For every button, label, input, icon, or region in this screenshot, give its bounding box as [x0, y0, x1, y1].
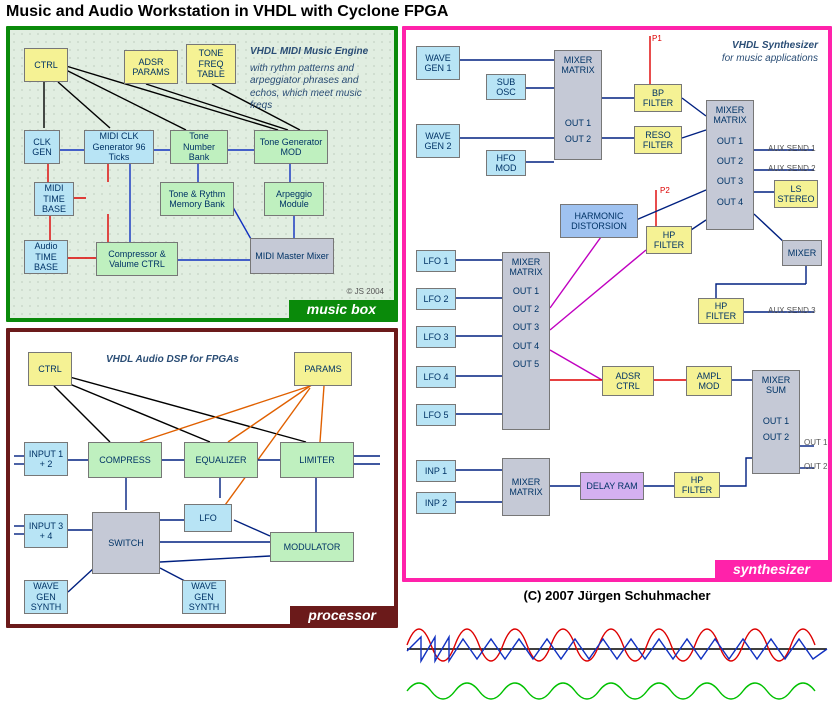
midi-clk-gen: MIDI CLK Generator 96 Ticks [84, 130, 154, 164]
page-title: Music and Audio Workstation in VHDL with… [0, 0, 838, 24]
wgs2: WAVE GEN SYNTH [182, 580, 226, 614]
aux2: AUX SEND 2 [768, 164, 816, 173]
lfo2: LFO 2 [416, 288, 456, 310]
compress: COMPRESS [88, 442, 162, 478]
copyright: (C) 2007 Jürgen Schuhmacher [402, 586, 832, 605]
tone-table-block: TONE FREQ TABLE [186, 44, 236, 84]
bp-filter: BP FILTER [634, 84, 682, 112]
audio-time-base: Audio TIME BASE [24, 240, 68, 274]
input34: INPUT 3 + 4 [24, 514, 68, 548]
reso-filter: RESO FILTER [634, 126, 682, 154]
music-box-panel: CTRL ADSR PARAMS TONE FREQ TABLE VHDL MI… [6, 26, 398, 322]
lfo3: LFO 3 [416, 326, 456, 348]
processor-panel: CTRL VHDL Audio DSP for FPGAs PARAMS INP… [6, 328, 398, 628]
lfo5: LFO 5 [416, 404, 456, 426]
ls-stereo: LS STEREO [774, 180, 818, 208]
music-footer: © JS 2004 [347, 287, 384, 296]
hp-filter-3: HP FILTER [674, 472, 720, 498]
mixer-matrix-1: MIXERMATRIXOUT 1OUT 2 [554, 50, 602, 160]
aux1: AUX SEND 1 [768, 144, 816, 153]
waveform-graphic [402, 609, 832, 709]
inp1: INP 1 [416, 460, 456, 482]
mixer-matrix-3: MIXERMATRIXOUT 1OUT 2OUT 3OUT 4OUT 5 [502, 252, 550, 430]
wave-gen-2: WAVE GEN 2 [416, 124, 460, 158]
adsr-block: ADSR PARAMS [124, 50, 178, 84]
arpeggio: Arpeggio Module [264, 182, 324, 216]
compressor: Compressor & Valume CTRL [96, 242, 178, 276]
modulator: MODULATOR [270, 532, 354, 562]
adsr-ctrl: ADSR CTRL [602, 366, 654, 396]
mixer-matrix-2: MIXERMATRIXOUT 1OUT 2OUT 3OUT 4 [706, 100, 754, 230]
tone-num-bank: Tone Number Bank [170, 130, 228, 164]
tone-gen-mod: Tone Generator MOD [254, 130, 328, 164]
hp-filter-2: HP FILTER [698, 298, 744, 324]
out1: OUT 1 [804, 438, 827, 447]
ampl-mod: AMPL MOD [686, 366, 732, 396]
harmonic-dist: HARMONIC DISTORSION [560, 204, 638, 238]
inp2: INP 2 [416, 492, 456, 514]
p2-label: P2 [660, 186, 670, 195]
equalizer: EQUALIZER [184, 442, 258, 478]
lfo1: LFO 1 [416, 250, 456, 272]
midi-mixer: MIDI Master Mixer [250, 238, 334, 274]
lfo: LFO [184, 504, 232, 532]
sub-osc: SUB OSC [486, 74, 526, 100]
mixer-sum: MIXERSUMOUT 1OUT 2 [752, 370, 800, 474]
music-desc: VHDL MIDI Music Engine with rythm patter… [250, 46, 380, 113]
clk-gen: CLK GEN [24, 130, 60, 164]
proc-ctrl: CTRL [28, 352, 72, 386]
wgs1: WAVE GEN SYNTH [24, 580, 68, 614]
processor-badge: processor [290, 606, 394, 624]
midi-time-base: MIDI TIME BASE [34, 182, 74, 216]
mixer-matrix-4: MIXERMATRIX [502, 458, 550, 516]
limiter: LIMITER [280, 442, 354, 478]
proc-params: PARAMS [294, 352, 352, 386]
p1-label: P1 [652, 34, 662, 43]
aux3: AUX SEND 3 [768, 306, 816, 315]
mixer-right: MIXER [782, 240, 822, 266]
synth-badge: synthesizer [715, 560, 828, 578]
ctrl-block: CTRL [24, 48, 68, 82]
hfo-mod: HFO MOD [486, 150, 526, 176]
input12: INPUT 1 + 2 [24, 442, 68, 476]
synth-panel: VHDL Synthesizer for music applications … [402, 26, 832, 582]
hp-filter-1: HP FILTER [646, 226, 692, 254]
wave-gen-1: WAVE GEN 1 [416, 46, 460, 80]
tone-rythm-mem: Tone & Rythm Memory Bank [160, 182, 234, 216]
synth-desc: VHDL Synthesizer for music applications [698, 40, 818, 65]
lfo4: LFO 4 [416, 366, 456, 388]
switch: SWITCH [92, 512, 160, 574]
proc-desc: VHDL Audio DSP for FPGAs [106, 354, 266, 367]
delay-ram: DELAY RAM [580, 472, 644, 500]
music-box-badge: music box [289, 300, 394, 318]
out2: OUT 2 [804, 462, 827, 471]
